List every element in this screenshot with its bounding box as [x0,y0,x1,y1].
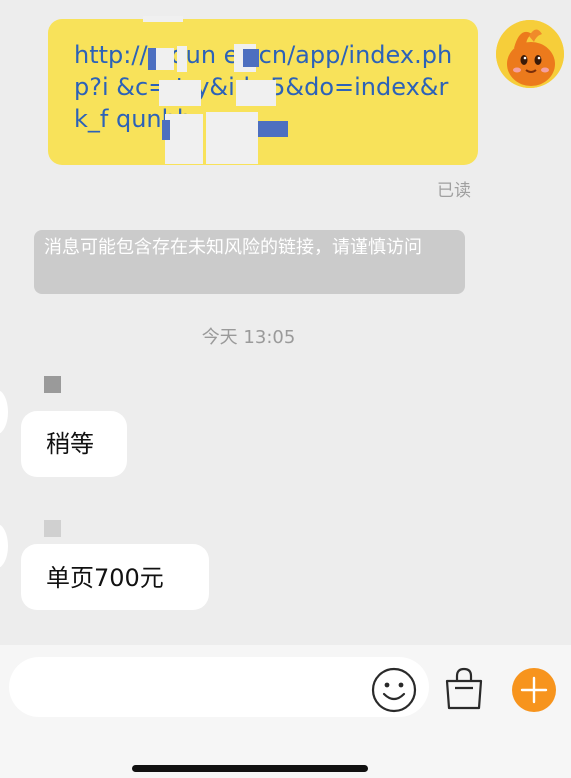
redaction-mark [148,48,156,70]
shopping-bag-icon[interactable] [442,665,486,713]
home-indicator[interactable] [132,765,368,772]
input-bar [0,645,571,778]
incoming-message-bubble[interactable]: 稍等 [21,411,127,477]
chat-area[interactable]: http://p qun ez.cn/app/index.php?i &c= t… [0,0,571,645]
redaction-mark [162,120,170,140]
sender-name-redacted [44,376,61,393]
emoji-icon[interactable] [371,667,417,713]
redaction-mark [177,46,187,72]
sender-name-redacted [44,520,61,537]
orange-mascot-icon [496,20,564,88]
redaction-mark [156,48,174,70]
message-timestamp: 今天 13:05 [201,327,296,348]
incoming-message-bubble[interactable]: 单页700元 [21,544,209,610]
risk-warning-notice: 消息可能包含存在未知风险的链接，请谨慎访问 [34,230,465,294]
read-status: 已读 [437,181,471,201]
redaction-mark [143,16,183,22]
redaction-mark [165,114,203,164]
message-text: 单页700元 [46,564,164,592]
scroll-edge-decoration [0,390,8,434]
plus-icon[interactable] [511,667,557,713]
redaction-mark [243,49,259,67]
redaction-mark [159,80,201,106]
message-input[interactable] [9,657,429,717]
redaction-mark [236,80,276,106]
message-text: 稍等 [46,430,94,458]
redaction-mark [206,112,258,164]
redaction-mark [258,121,288,137]
avatar[interactable] [496,20,564,88]
scroll-edge-decoration [0,524,8,568]
